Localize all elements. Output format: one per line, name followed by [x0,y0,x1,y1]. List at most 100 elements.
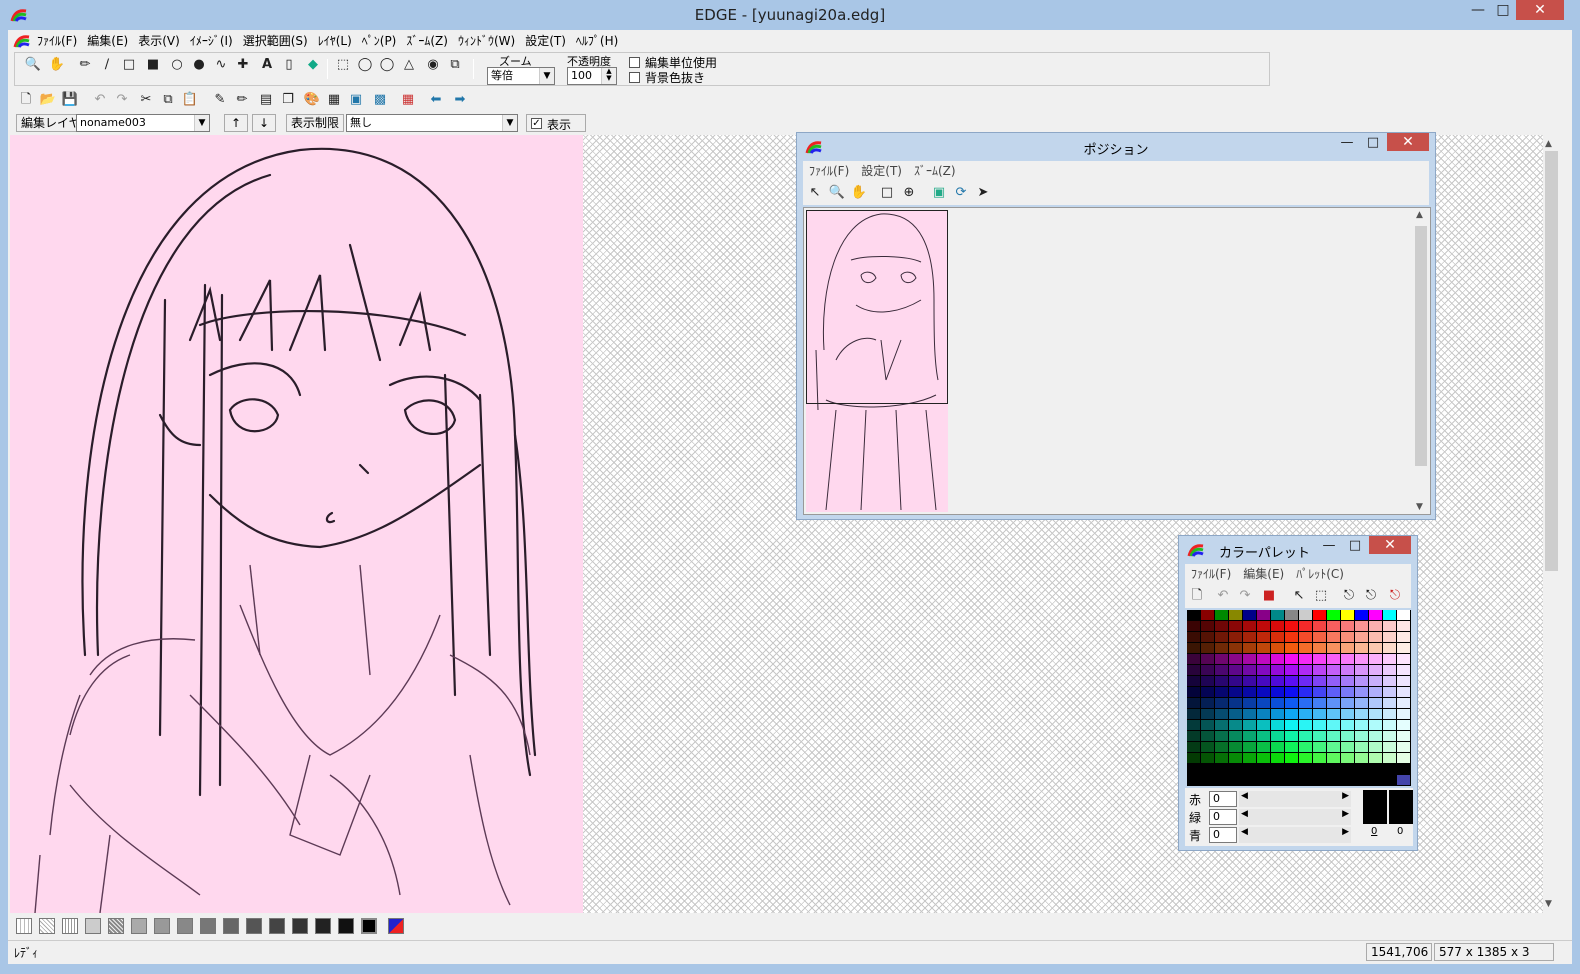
color-swatch[interactable] [1229,687,1242,697]
color-swatch[interactable] [1243,632,1256,642]
color-swatch[interactable] [1341,709,1354,719]
pattern-solid-icon[interactable] [361,918,377,934]
color-swatch[interactable] [1369,709,1382,719]
scroll-down-icon[interactable]: ▼ [1416,502,1423,512]
color-swatch[interactable] [1285,643,1298,653]
color-swatch[interactable] [1341,775,1354,785]
scroll-thumb[interactable] [1545,151,1558,571]
paste-icon[interactable]: 📋 [180,90,200,110]
color-swatch[interactable] [1327,610,1340,620]
pattern-14-icon[interactable] [315,918,331,934]
color-swatch[interactable] [1229,610,1242,620]
color-swatch[interactable] [1397,698,1410,708]
color-swatch[interactable] [1313,643,1326,653]
color-swatch[interactable] [1285,720,1298,730]
copy-select-icon[interactable]: ⧉ [445,55,465,75]
color-swatch[interactable] [1299,709,1312,719]
color-swatch[interactable] [1285,698,1298,708]
thumbnail[interactable] [806,210,948,512]
color-swatch[interactable] [1327,698,1340,708]
color-swatch[interactable] [1187,742,1200,752]
color-swatch[interactable] [1313,698,1326,708]
color-swatch[interactable] [1327,731,1340,741]
chevron-left-icon[interactable]: ◀ [1241,791,1248,801]
color-swatch[interactable] [1299,676,1312,686]
magic-select-icon[interactable]: ◉ [423,55,443,75]
menu-zoom[interactable]: ｽﾞｰﾑ(Z) [401,30,453,52]
color-swatch[interactable] [1383,764,1396,774]
color-swatch[interactable] [1201,654,1214,664]
close-button[interactable]: ✕ [1516,0,1564,20]
color-swatch[interactable] [1271,698,1284,708]
pattern-12-icon[interactable] [269,918,285,934]
color-swatch[interactable] [1187,720,1200,730]
chevron-right-icon[interactable]: ▶ [1342,809,1349,819]
color-swatch[interactable] [1299,643,1312,653]
color-swatch[interactable] [1355,632,1368,642]
color-swatch[interactable] [1243,621,1256,631]
new-file-icon[interactable]: 🗋 [16,90,36,110]
color-swatch[interactable] [1313,610,1326,620]
color-swatch[interactable] [1215,687,1228,697]
color-swatch[interactable] [1229,742,1242,752]
undo-icon[interactable]: ↶ [1213,586,1233,606]
color-swatch[interactable] [1341,742,1354,752]
next-frame-icon[interactable]: ➡ [450,90,470,110]
color-swatch[interactable] [1201,676,1214,686]
color-swatch[interactable] [1355,720,1368,730]
hand-icon[interactable]: ✋ [849,183,869,203]
color-swatch[interactable] [1313,764,1326,774]
color-swatch[interactable] [1313,676,1326,686]
green-slider[interactable]: ◀ ▶ [1239,809,1351,825]
color-swatch[interactable] [1215,720,1228,730]
filled-rectangle-tool-icon[interactable]: ■ [143,55,163,75]
color-swatch[interactable] [1229,698,1242,708]
color-swatch[interactable] [1369,676,1382,686]
color-swatch[interactable] [1355,676,1368,686]
pencil-tool-icon[interactable]: ✏ [75,55,95,75]
color-swatch[interactable] [1187,632,1200,642]
color-swatch[interactable] [1355,643,1368,653]
color-swatch[interactable] [1299,698,1312,708]
color-swatch[interactable] [1327,665,1340,675]
color-swatch[interactable] [1201,753,1214,763]
color-swatch[interactable] [1271,632,1284,642]
color-swatch[interactable] [1369,731,1382,741]
tile-icon[interactable]: ▤ [256,90,276,110]
ellipse-select-icon[interactable]: ◯ [355,55,375,75]
color-swatch[interactable] [1299,665,1312,675]
color-swatch[interactable] [1229,753,1242,763]
color-swatch[interactable] [1313,665,1326,675]
color-swatch[interactable] [1355,742,1368,752]
pattern-9-icon[interactable] [200,918,216,934]
color-swatch[interactable] [1243,610,1256,620]
color-swatch[interactable] [1271,775,1284,785]
display-limit-select[interactable]: 無し ▼ [346,114,518,132]
color-swatch[interactable] [1299,654,1312,664]
color-swatch[interactable] [1299,731,1312,741]
fill-tool-icon[interactable]: ◆ [303,55,323,75]
blue-input[interactable]: 0 [1209,827,1237,843]
color-swatch[interactable] [1313,632,1326,642]
image-icon[interactable]: ▣ [929,183,949,203]
color-swatch[interactable] [1341,665,1354,675]
cut-icon[interactable]: ✂ [136,90,156,110]
color-swatch[interactable] [1201,731,1214,741]
color-swatch[interactable] [1397,709,1410,719]
color-swatch[interactable] [1327,720,1340,730]
maximize-button[interactable]: □ [1493,0,1513,22]
save-icon[interactable]: 💾 [60,90,80,110]
position-window-icon[interactable]: ▣ [346,90,366,110]
color-swatch[interactable] [1187,709,1200,719]
color-swatch[interactable] [1369,753,1382,763]
color-swatch[interactable] [1187,643,1200,653]
edit-unit-checkbox[interactable] [629,57,640,68]
color-swatch[interactable] [1327,621,1340,631]
scroll-thumb[interactable] [1415,226,1427,466]
color-swatch[interactable] [1299,720,1312,730]
close-icon[interactable]: ✕ [1369,536,1411,554]
curve-tool-icon[interactable]: ∿ [211,55,231,75]
film-icon[interactable]: ▦ [324,90,344,110]
color-grid[interactable] [1187,610,1411,786]
color-swatch[interactable] [1355,764,1368,774]
